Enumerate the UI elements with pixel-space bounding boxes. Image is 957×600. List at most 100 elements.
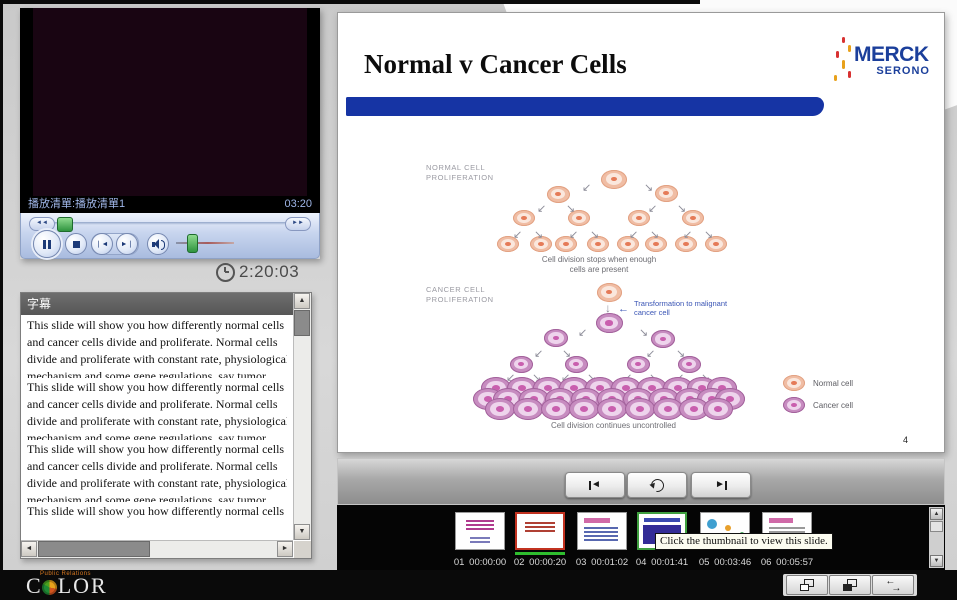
division-arrow-icon: ↘ xyxy=(650,230,659,240)
subtitle-line: divide and proliferate with constant rat… xyxy=(27,351,287,368)
thumb-scroll-down-button[interactable]: ▼ xyxy=(930,555,943,567)
cancer-cell-graphic xyxy=(597,398,627,420)
subtitle-paragraph: This slide will show you how differently… xyxy=(27,441,287,502)
video-player-panel: 播放清單:播放清單1 03:20 ◄◄ ►► ❘◄ ►❘ xyxy=(20,8,320,259)
subtitle-line: divide and proliferate with constant rat… xyxy=(27,413,287,430)
division-arrow-icon: ↙ xyxy=(582,183,591,193)
division-arrow-icon: ↘ xyxy=(677,204,686,214)
previous-track-button[interactable]: ❘◄ xyxy=(91,233,113,255)
legend-normal-cell-icon xyxy=(783,375,805,391)
elapsed-timer: 2:20:03 xyxy=(216,262,299,282)
popup-window-icon xyxy=(800,579,814,591)
next-slide-button[interactable]: ► xyxy=(691,472,751,498)
transport-buttons: ❘◄ ►❘ xyxy=(21,230,319,258)
video-screen[interactable] xyxy=(20,8,320,196)
footer-bar: C LOR Public Relations ←→ xyxy=(0,570,957,600)
subtitle-paragraph: This slide will show you how differently… xyxy=(27,379,287,440)
volume-slider[interactable] xyxy=(176,242,234,244)
subtitle-paragraph: This slide will show you how differently… xyxy=(27,317,287,378)
thumb-scroll-thumb[interactable] xyxy=(930,521,943,532)
thumb-scroll-up-button[interactable]: ▲ xyxy=(930,508,943,520)
logo-letter-c: C xyxy=(26,573,41,599)
scroll-up-button[interactable]: ▲ xyxy=(294,293,310,309)
transformation-arrow-icon: ← xyxy=(618,303,629,315)
subtitle-horizontal-scrollbar[interactable]: ◄ ► xyxy=(21,540,293,558)
slide-page-mark: 4 xyxy=(903,435,908,445)
subtitle-line: and cancer cells divide and proliferate.… xyxy=(27,458,287,475)
normal-caption: Cell division stops when enough cells ar… xyxy=(534,255,664,275)
next-slide-icon xyxy=(725,481,727,490)
volume-thumb[interactable] xyxy=(187,234,198,253)
cancer-caption: Cell division continues uncontrolled xyxy=(526,421,701,431)
scroll-right-button[interactable]: ► xyxy=(277,541,293,557)
cancer-cell-graphic xyxy=(541,398,571,420)
division-arrow-icon: ↘ xyxy=(704,230,713,240)
media-controls: ◄◄ ►► ❘◄ ►❘ xyxy=(20,213,320,259)
mute-button[interactable] xyxy=(147,233,169,255)
video-picture xyxy=(33,8,307,196)
stop-button[interactable] xyxy=(65,233,87,255)
swap-arrows-icon: ←→ xyxy=(885,578,901,592)
clock-icon xyxy=(216,263,235,282)
normal-cell-graphic xyxy=(513,210,535,226)
subtitle-header: 字幕 xyxy=(21,293,293,315)
thumbnail-tooltip: Click the thumbnail to view this slide. xyxy=(655,533,833,550)
thumbnail-row: 01 00:00:0002 00:00:2003 00:01:0204 00:0… xyxy=(337,505,945,570)
subtitle-line: and cancer cells divide and proliferate.… xyxy=(27,396,287,413)
next-track-button[interactable]: ►❘ xyxy=(116,233,138,255)
thumbnail-strip: 01 00:00:0002 00:00:2003 00:01:0204 00:0… xyxy=(337,505,945,570)
horizontal-scroll-thumb[interactable] xyxy=(38,541,150,557)
subtitle-line: This slide will show you how differently… xyxy=(27,379,287,396)
division-arrow-icon: ↘ xyxy=(590,230,599,240)
previous-slide-button[interactable]: ◄ xyxy=(565,472,625,498)
division-arrow-icon: ↘ xyxy=(676,349,685,359)
subtitle-line: This slide will show you how differently… xyxy=(27,317,287,334)
cancer-cell-graphic xyxy=(703,398,733,420)
subtitle-line: This slide will show you how differently… xyxy=(27,503,287,520)
normal-cell-graphic xyxy=(601,170,627,189)
normal-proliferation-label: NORMAL CELL PROLIFERATION xyxy=(426,163,506,183)
normal-cell-graphic xyxy=(547,186,570,203)
subtitle-panel: 字幕 This slide will show you how differen… xyxy=(20,292,312,559)
subtitle-line: and cancer cells divide and proliferate.… xyxy=(27,334,287,351)
playlist-label: 播放清單:播放清單1 xyxy=(28,196,125,213)
player-page: 播放清單:播放清單1 03:20 ◄◄ ►► ❘◄ ►❘ xyxy=(0,0,957,600)
vertical-scroll-thumb[interactable] xyxy=(294,310,310,336)
slide-thumbnail[interactable] xyxy=(515,512,565,550)
playlist-bar: 播放清單:播放清單1 03:20 xyxy=(20,196,320,213)
rewind-button[interactable]: ◄◄ xyxy=(29,217,55,231)
cancer-cell-graphic xyxy=(625,398,655,420)
popup-window-button[interactable] xyxy=(786,575,828,595)
division-arrow-icon: ↙ xyxy=(683,230,692,240)
thumbnail-label: 01 00:00:00 xyxy=(447,557,513,568)
division-arrow-icon: ↘ xyxy=(639,328,648,338)
swap-layout-button[interactable]: ←→ xyxy=(872,575,914,595)
slide-thumbnail[interactable] xyxy=(455,512,505,550)
seek-slider[interactable]: ◄◄ ►► xyxy=(21,217,319,230)
next-icon: ►❘ xyxy=(121,240,134,248)
fullscreen-icon xyxy=(843,579,857,591)
pause-button[interactable] xyxy=(33,230,61,258)
division-arrow-icon: ↘ xyxy=(566,204,575,214)
thumbnail-scrollbar[interactable]: ▲ ▼ xyxy=(929,507,944,568)
scroll-down-button[interactable]: ▼ xyxy=(294,524,310,540)
subtitle-line: mechanism and some gene regulations, say… xyxy=(27,368,287,378)
sync-slide-button[interactable] xyxy=(627,472,687,498)
scrollbar-corner xyxy=(294,541,311,558)
current-slide-indicator xyxy=(515,552,565,555)
subtitle-paragraph: This slide will show you how differently… xyxy=(27,503,287,524)
subtitle-text: This slide will show you how differently… xyxy=(21,315,293,524)
page-left-border xyxy=(0,0,3,572)
subtitle-vertical-scrollbar[interactable]: ▲ ▼ xyxy=(293,293,311,540)
scroll-left-button[interactable]: ◄ xyxy=(21,541,37,557)
slide-thumbnail[interactable] xyxy=(577,512,627,550)
transformation-label: Transformation to malignant cancer cell xyxy=(634,299,734,317)
fullscreen-button[interactable] xyxy=(829,575,871,595)
division-arrow-icon: ↙ xyxy=(629,230,638,240)
cancer-cell-graphic xyxy=(513,398,543,420)
division-arrow-icon: ↘ xyxy=(562,349,571,359)
cancer-cell-graphic xyxy=(485,398,515,420)
playlist-time: 03:20 xyxy=(284,196,312,213)
fast-forward-button[interactable]: ►► xyxy=(285,217,311,231)
subtitle-line: mechanism and some gene regulations, say… xyxy=(27,492,287,502)
